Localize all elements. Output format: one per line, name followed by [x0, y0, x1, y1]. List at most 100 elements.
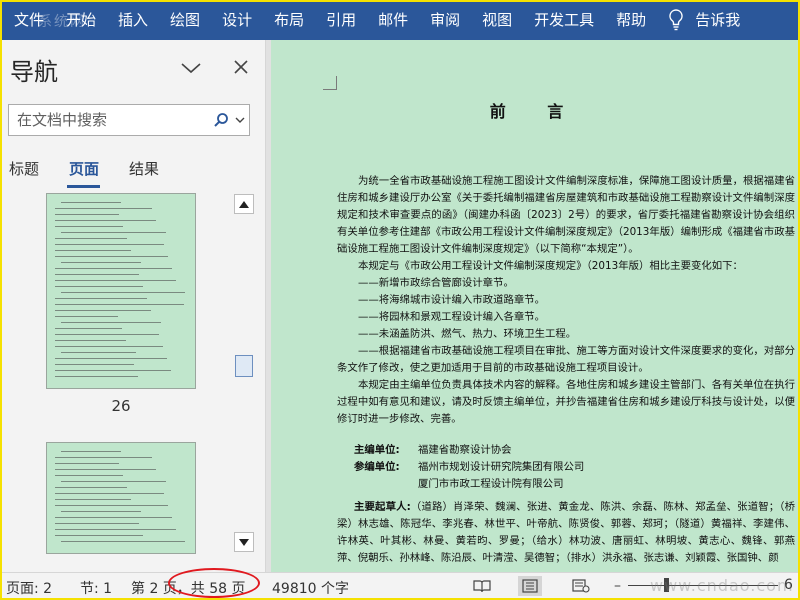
chief-unit-label: 主编单位: [354, 444, 400, 456]
tab-developer[interactable]: 开发工具 [523, 0, 605, 40]
page-thumbnail-label: 26 [111, 397, 131, 415]
scroll-thumb[interactable] [235, 355, 253, 377]
thumbnail-text-line [61, 481, 166, 482]
thumbnail-text-line [61, 262, 141, 263]
tab-draw[interactable]: 绘图 [159, 0, 211, 40]
thumbnail-text-line [55, 274, 139, 275]
thumbnail-text-line [55, 298, 147, 299]
document-page: 前 言 为统一全省市政基础设施工程施工图设计文件编制深度标准，保障施工图设计质量… [271, 40, 800, 572]
paragraph: 本规定与《市政公用工程设计文件编制深度规定》（2013年版）相比主要变化如下： [358, 260, 743, 272]
tab-design[interactable]: 设计 [211, 0, 263, 40]
thumbnail-text-line [55, 226, 123, 227]
thumbnail-text-line [55, 304, 184, 305]
tab-review[interactable]: 审阅 [419, 0, 471, 40]
chief-unit-row: 主编单位: 福建省勘察设计协会 [337, 442, 795, 459]
tab-layout[interactable]: 布局 [263, 0, 315, 40]
status-page[interactable]: 页面: 2 [6, 578, 52, 598]
zoom-out-icon[interactable]: – [614, 578, 621, 594]
thumbnail-text-line [61, 322, 161, 323]
tab-headings[interactable]: 标题 [9, 158, 39, 179]
read-mode-icon[interactable] [470, 576, 494, 596]
paragraph: 本规定由主编单位负责具体技术内容的解释。各地住房和城乡建设主管部门、各有关单位在… [337, 379, 795, 425]
list-item: ——将海绵城市设计编入市政道路章节。 [358, 294, 546, 306]
status-word-count[interactable]: 49810 个字 [272, 578, 349, 598]
co-unit-row: 厦门市市政工程设计院有限公司 [337, 476, 795, 493]
thumbnail-text-line [55, 220, 156, 221]
thumbnail-text-line [55, 214, 119, 215]
nav-pane-title: 导航 [10, 58, 58, 86]
thumbnail-text-line [61, 352, 136, 353]
document-body[interactable]: 为统一全省市政基础设施工程施工图设计文件编制深度标准，保障施工图设计质量，根据福… [337, 173, 795, 567]
thumbnail-text-line [55, 244, 164, 245]
tell-me-search[interactable]: 告诉我 [689, 0, 751, 40]
thumbnail-text-line [55, 457, 152, 458]
list-item: ——新增市政综合管廊设计章节。 [358, 277, 514, 289]
scroll-down-arrow[interactable] [234, 532, 254, 552]
status-section[interactable]: 节: 1 [80, 578, 112, 598]
thumbnail-text-line [55, 523, 139, 524]
tab-view[interactable]: 视图 [471, 0, 523, 40]
thumbnail-text-line [55, 370, 171, 371]
ribbon-tab-bar: 文件 开始 插入 绘图 设计 布局 引用 邮件 审阅 视图 开发工具 帮助 告诉… [0, 0, 800, 40]
thumbnail-text-line [55, 364, 134, 365]
thumbnail-text-line [55, 316, 118, 317]
search-icon[interactable] [211, 105, 231, 135]
thumbnail-scrollbar[interactable] [234, 192, 254, 554]
thumbnail-text-line [55, 208, 152, 209]
thumbnail-text-line [61, 202, 121, 203]
thumbnail-text-line [55, 250, 131, 251]
watermark-bottom-right: www.cndao.com [650, 576, 794, 595]
navigation-pane: 导航 标题 页面 结果 26 [0, 40, 266, 572]
search-input[interactable] [9, 105, 211, 135]
thumbnail-text-line [55, 499, 131, 500]
thumbnail-text-line [55, 535, 143, 536]
thumbnail-text-line [55, 334, 159, 335]
highlight-annotation [168, 568, 260, 598]
thumbnail-text-line [55, 463, 119, 464]
print-layout-icon[interactable] [518, 576, 542, 596]
tab-help[interactable]: 帮助 [605, 0, 657, 40]
active-tab-indicator [67, 185, 100, 188]
co-unit-value: 厦门市市政工程设计院有限公司 [418, 478, 564, 490]
chief-unit-value: 福建省勘察设计协会 [418, 444, 512, 456]
chevron-down-icon[interactable] [180, 60, 202, 76]
thumbnail-text-line [55, 529, 176, 530]
scroll-up-arrow[interactable] [234, 194, 254, 214]
drafters-paragraph: 主要起草人:（道路）肖泽荣、魏澜、张进、黄金龙、陈洪、余磊、陈林、郑孟垒、张道智… [337, 499, 795, 567]
co-unit-value: 福州市规划设计研究院集团有限公司 [418, 461, 585, 473]
thumbnail-text-line [55, 328, 122, 329]
thumbnail-text-line [55, 268, 172, 269]
thumbnail-text-line [61, 541, 185, 542]
thumbnail-text-line [55, 505, 168, 506]
thumbnail-text-line [61, 292, 185, 293]
paragraph: 为统一全省市政基础设施工程施工图设计文件编制深度标准，保障施工图设计质量，根据福… [337, 175, 795, 255]
tab-pages[interactable]: 页面 [69, 158, 99, 179]
list-item: ——未涵盖防洪、燃气、热力、环境卫生工程。 [358, 328, 577, 340]
thumbnail-text-line [55, 469, 156, 470]
co-unit-row: 参编单位: 福州市规划设计研究院集团有限公司 [337, 459, 795, 476]
tab-results[interactable]: 结果 [129, 158, 159, 179]
margin-corner-mark [323, 76, 337, 90]
co-unit-label: 参编单位: [354, 461, 400, 473]
close-icon[interactable] [232, 58, 250, 76]
thumbnail-text-line [55, 280, 176, 281]
drafters-label: 主要起草人: [354, 501, 411, 513]
thumbnail-text-line [55, 286, 143, 287]
thumbnail-text-line [55, 376, 138, 377]
thumbnail-text-line [55, 238, 127, 239]
chevron-down-icon[interactable] [231, 105, 249, 135]
page-thumbnail[interactable] [46, 442, 196, 554]
list-item: ——将园林和景观工程设计编入各章节。 [358, 311, 546, 323]
thumbnail-text-line [55, 346, 163, 347]
tab-mailings[interactable]: 邮件 [367, 0, 419, 40]
thumbnail-text-line [55, 310, 151, 311]
tab-references[interactable]: 引用 [315, 0, 367, 40]
web-layout-icon[interactable] [569, 576, 593, 596]
thumbnail-text-line [55, 256, 168, 257]
lightbulb-icon[interactable] [663, 0, 689, 40]
tab-insert[interactable]: 插入 [107, 0, 159, 40]
thumbnail-text-line [61, 232, 166, 233]
page-thumbnail[interactable] [46, 193, 196, 389]
list-item: ——根据福建省市政基础设施工程项目在审批、施工等方面对设计文件深度要求的变化，对… [337, 345, 795, 374]
thumbnail-text-line [55, 517, 172, 518]
